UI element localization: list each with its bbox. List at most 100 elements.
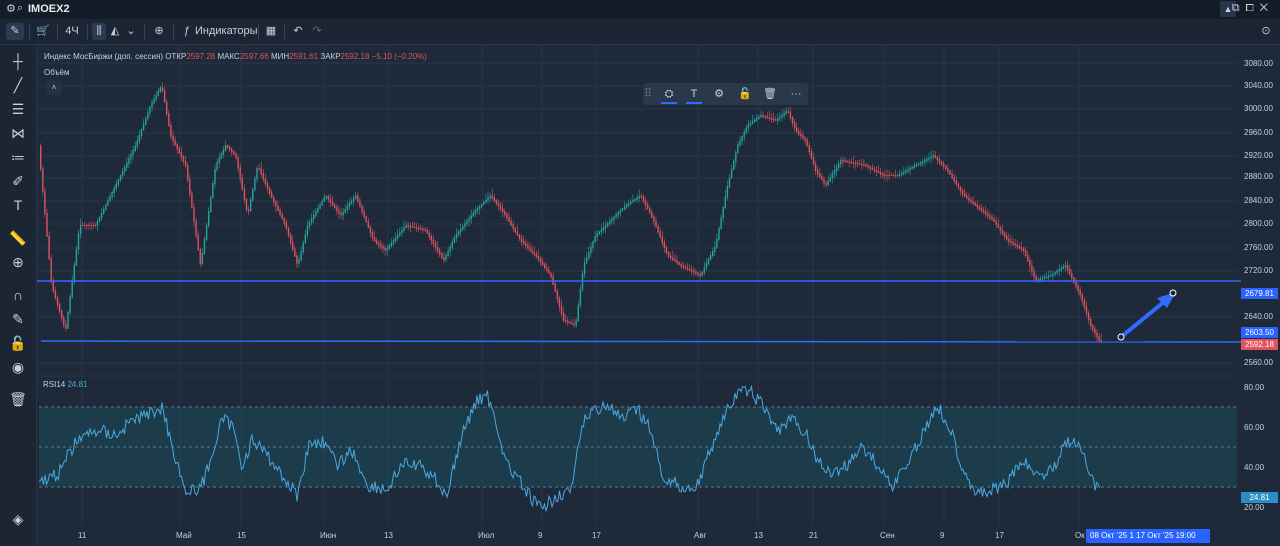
rsi-legend: RSI14 24.81	[43, 380, 88, 389]
candle-body	[329, 198, 332, 203]
zoom-icon[interactable]: ⊕	[9, 253, 27, 271]
trash-icon[interactable]: 🗑	[762, 86, 778, 102]
lock-icon[interactable]: 🔓	[9, 334, 27, 352]
fib-tool-icon[interactable]: ≔	[9, 148, 27, 166]
candle-body	[911, 166, 913, 170]
candle-body	[848, 161, 850, 163]
candle-body	[718, 228, 720, 240]
candle-body	[928, 157, 930, 160]
layout-grid-icon[interactable]: ▦	[264, 23, 278, 40]
candle-body	[394, 237, 397, 242]
candle-body	[819, 173, 821, 178]
ruler-icon[interactable]: 📏	[9, 229, 27, 247]
redo-icon[interactable]: ↷	[310, 23, 324, 40]
candle-body	[88, 225, 90, 226]
pattern-icon[interactable]: ⋈	[9, 124, 27, 142]
candle-body	[730, 169, 733, 179]
candle-body	[378, 242, 380, 246]
candle-body	[352, 197, 355, 202]
time-axis-label: 9	[538, 531, 543, 540]
candles-icon[interactable]: ⫼	[92, 23, 106, 40]
text-color-icon[interactable]: T	[686, 86, 702, 104]
timeframe-button[interactable]: 4Ч	[62, 23, 82, 40]
candle-body	[533, 251, 535, 255]
candle-body	[418, 227, 420, 230]
symbol-name[interactable]: IMOEX2	[28, 3, 70, 15]
candle-body	[1008, 238, 1010, 242]
more-icon[interactable]: ···	[788, 86, 804, 102]
candle-body	[462, 226, 464, 230]
candle-body	[724, 196, 726, 208]
candle-body	[1033, 270, 1035, 277]
add-compare-icon[interactable]: ⊕	[151, 23, 167, 40]
candle-body	[709, 255, 712, 261]
candle-body	[166, 101, 168, 115]
candle-body	[1058, 269, 1060, 272]
rsi-axis-label: 80.00	[1244, 383, 1265, 392]
chevron-up-icon[interactable]: ˄	[47, 81, 61, 95]
undo-icon[interactable]: ↶	[291, 23, 305, 40]
settings-icon[interactable]: ⚙	[711, 86, 727, 102]
text-tool-icon[interactable]: T	[9, 196, 27, 214]
lock-icon[interactable]: 🔓	[737, 86, 753, 102]
volume-label[interactable]: Объём	[44, 68, 70, 77]
close-label: ЗАКР	[320, 52, 341, 61]
settings-icon[interactable]: ⚙	[6, 2, 16, 15]
trash-icon[interactable]: 🗑	[9, 390, 27, 408]
candle-body	[1031, 265, 1033, 272]
candle-body	[896, 175, 899, 176]
candle-body	[386, 248, 388, 251]
candle-body	[184, 160, 187, 166]
crosshair-icon[interactable]: ┼	[9, 52, 27, 70]
candle-body	[804, 137, 806, 141]
chevron-down-icon[interactable]: ⌄	[124, 23, 138, 40]
candle-body	[451, 241, 453, 248]
time-axis-label: 15	[237, 531, 246, 540]
candle-body	[747, 124, 750, 129]
candle-body	[548, 269, 550, 274]
candle-body	[884, 174, 886, 176]
candle-body	[1062, 266, 1065, 269]
search-icon[interactable]: ⌕	[17, 2, 23, 15]
candle-body	[1079, 290, 1081, 296]
area-chart-icon[interactable]: ◭	[108, 23, 122, 40]
candle-body	[1006, 235, 1008, 240]
candle-body	[882, 173, 884, 176]
candle-body	[340, 212, 342, 216]
divider	[258, 24, 259, 39]
candle-body	[325, 195, 327, 199]
chart-canvas[interactable]	[37, 45, 1280, 546]
indicators-icon[interactable]: ƒ	[180, 23, 194, 40]
instrument-name: Индекс МосБиржи (доп. сессия)	[44, 52, 163, 61]
magnet-icon[interactable]: ∩	[9, 286, 27, 304]
candle-body	[226, 145, 229, 148]
candle-body	[917, 163, 920, 166]
indicators-button[interactable]: Индикаторы	[195, 23, 258, 40]
candle-body	[602, 227, 605, 231]
trend-line-icon[interactable]: ╱	[9, 76, 27, 94]
eye-icon[interactable]: ◉	[9, 358, 27, 376]
brush-icon[interactable]: ✐	[9, 172, 27, 190]
candle-body	[455, 233, 458, 239]
candle-body	[1083, 300, 1086, 308]
candle-body	[407, 225, 409, 227]
cart-icon[interactable]: 🛒	[34, 23, 52, 40]
candle-body	[827, 180, 829, 186]
fill-color-icon[interactable]: ⛭	[661, 86, 677, 104]
candle-body	[382, 246, 384, 249]
lock-drawings-icon[interactable]: ✎	[9, 310, 27, 328]
candle-body	[655, 220, 657, 227]
draw-mode-icon[interactable]: ✎	[6, 23, 24, 40]
candle-body	[714, 246, 716, 252]
candle-body	[115, 183, 117, 189]
window-controls[interactable]: ⧉⧠✕	[1232, 2, 1274, 15]
camera-icon[interactable]: ⊙	[1258, 23, 1274, 40]
candle-body	[428, 232, 430, 237]
layers-icon[interactable]: ◈	[9, 510, 27, 528]
candle-body	[48, 235, 50, 260]
candle-body	[67, 312, 69, 329]
candle-body	[495, 199, 498, 204]
candle-body	[180, 152, 183, 158]
drag-handle-icon[interactable]: ⠿	[644, 86, 652, 102]
horizontal-lines-icon[interactable]: ☰	[9, 100, 27, 118]
